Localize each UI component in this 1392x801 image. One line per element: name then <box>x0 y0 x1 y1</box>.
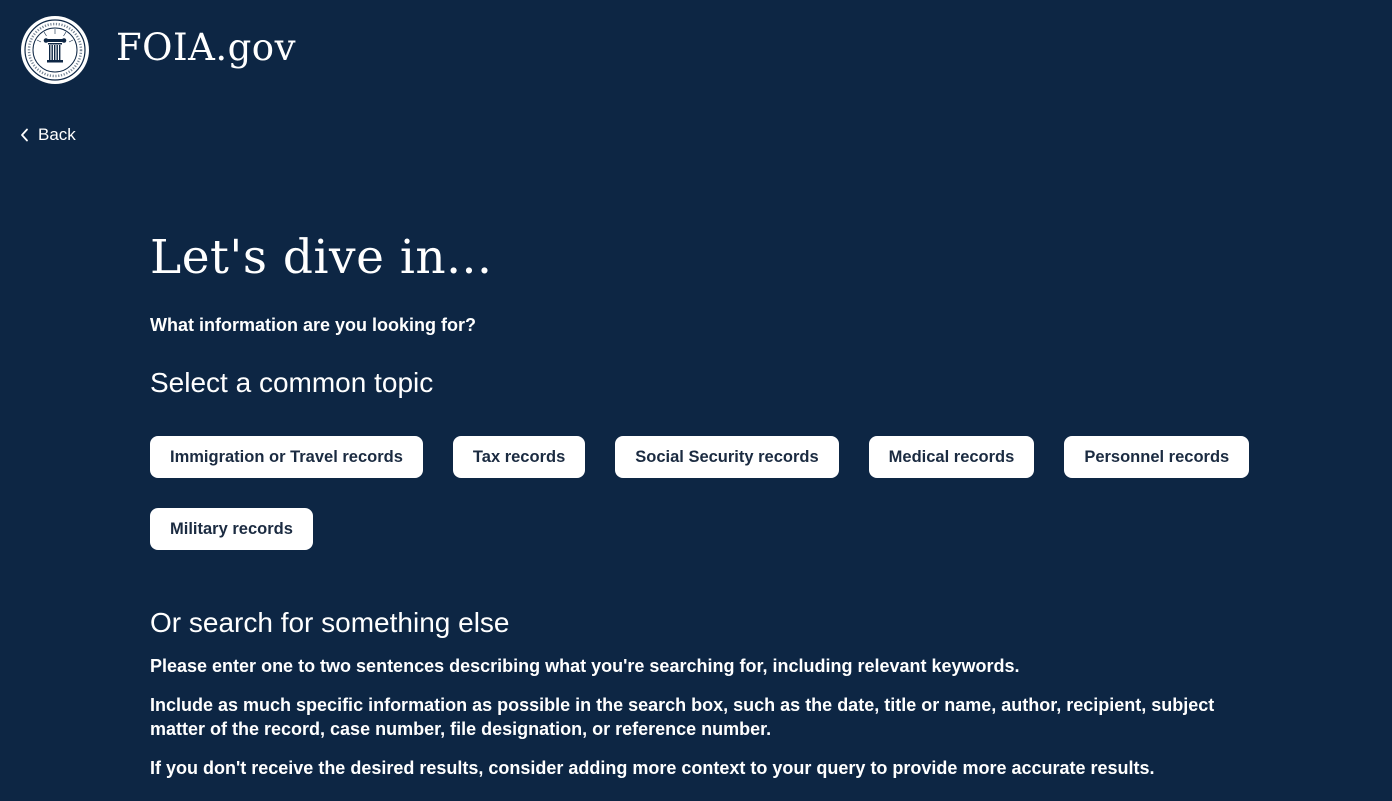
foia-seal-icon[interactable] <box>20 15 90 85</box>
search-heading: Or search for something else <box>150 607 510 638</box>
topic-buttons: Immigration or Travel records Tax record… <box>150 436 1250 550</box>
search-instruction-3: If you don't receive the desired results… <box>150 758 1155 778</box>
search-instruction-2: Include as much specific information as … <box>150 695 1215 739</box>
back-label: Back <box>38 125 76 144</box>
question-text: What information are you looking for? <box>150 315 476 335</box>
topic-tax-button[interactable]: Tax records <box>452 436 586 478</box>
site-header: FOIA.gov <box>20 15 296 85</box>
search-instruction-1: Please enter one to two sentences descri… <box>150 656 1020 676</box>
topic-personnel-button[interactable]: Personnel records <box>1064 436 1250 478</box>
main-content: Let's dive in... What information are yo… <box>150 228 1250 780</box>
chevron-left-icon <box>21 128 28 142</box>
topics-heading: Select a common topic <box>150 367 434 398</box>
topic-medical-button[interactable]: Medical records <box>868 436 1035 478</box>
topic-immigration-button[interactable]: Immigration or Travel records <box>150 436 423 478</box>
topic-social-security-button[interactable]: Social Security records <box>615 436 839 478</box>
page-title: Let's dive in... <box>150 230 493 285</box>
back-link[interactable]: Back <box>19 125 76 145</box>
topic-military-button[interactable]: Military records <box>150 508 313 550</box>
site-title[interactable]: FOIA.gov <box>116 26 296 69</box>
